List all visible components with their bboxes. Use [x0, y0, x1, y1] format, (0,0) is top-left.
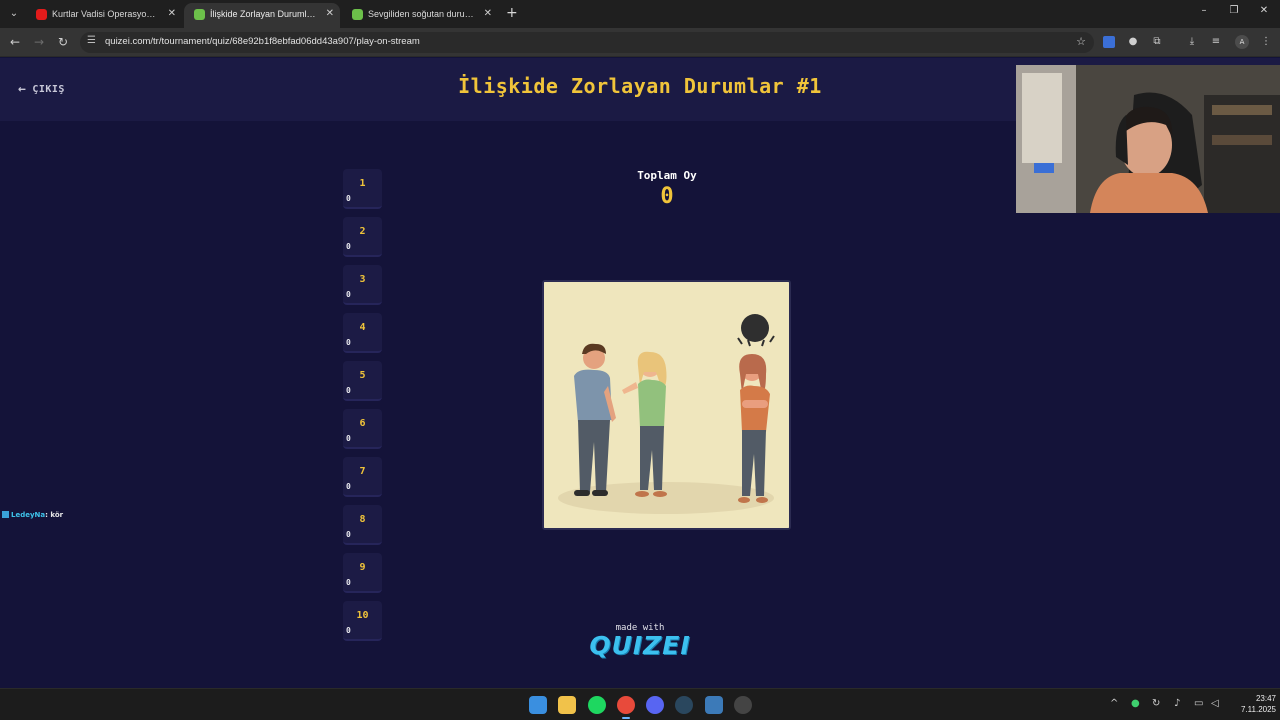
rank-number: 5	[359, 370, 366, 381]
webcam-overlay	[1016, 65, 1280, 213]
new-tab-button[interactable]: +	[506, 5, 518, 21]
windows-start-icon[interactable]	[529, 696, 547, 714]
rank-number: 7	[359, 466, 366, 477]
status-dot-icon[interactable]: ●	[1131, 698, 1140, 710]
clock-date: 7.11.2025	[1241, 705, 1276, 714]
stream-chat-message: LedeyNa: kör	[2, 511, 63, 519]
rank-votes: 0	[346, 434, 351, 443]
bookmark-star-icon[interactable]: ☆	[1076, 35, 1086, 48]
rank-slot[interactable]: 70	[343, 457, 382, 497]
rank-votes: 0	[346, 242, 351, 251]
rank-slot[interactable]: 10 0	[343, 601, 382, 641]
quizei-favicon-icon	[194, 9, 205, 20]
restore-icon[interactable]: ❐	[1226, 5, 1242, 16]
rank-number: 3	[359, 274, 366, 285]
microphone-icon[interactable]: ♪	[1174, 698, 1180, 710]
rank-number: 8	[359, 514, 366, 525]
steam-icon[interactable]	[675, 696, 693, 714]
profile-avatar[interactable]: A	[1235, 35, 1249, 49]
rank-votes: 0	[346, 194, 351, 203]
rank-number: 10	[356, 610, 369, 621]
tray-overflow-icon[interactable]: ^	[1110, 698, 1118, 710]
volume-icon[interactable]: ◁	[1211, 698, 1219, 710]
chrome-icon[interactable]	[617, 696, 635, 714]
rank-list: 10 20 30 40 50 60 70 80 90 10 0	[343, 169, 383, 649]
rank-votes: 0	[346, 290, 351, 299]
tab-title: İlişkide Zorlayan Durumlar #1 -	[210, 9, 318, 19]
couple-illustration	[544, 282, 789, 528]
quiz-item-image[interactable]	[542, 280, 791, 530]
rank-number: 2	[359, 226, 366, 237]
rank-slot[interactable]: 30	[343, 265, 382, 305]
quizei-favicon-icon	[352, 9, 363, 20]
rank-votes: 0	[346, 626, 351, 635]
download-icon[interactable]: ⤓	[1186, 36, 1198, 48]
network-app-icon[interactable]	[705, 696, 723, 714]
browser-tab-bar: ⌄ Kurtlar Vadisi Operasyon Müziği ✕ İliş…	[0, 0, 1280, 28]
browser-menu-icon[interactable]: ⋮	[1260, 36, 1272, 48]
rank-votes: 0	[346, 338, 351, 347]
active-app-indicator	[622, 717, 630, 719]
rank-votes: 0	[346, 482, 351, 491]
rank-slot[interactable]: 80	[343, 505, 382, 545]
vote-total-label: Toplam Oy	[637, 169, 697, 182]
youtube-icon	[36, 9, 47, 20]
made-with-quizei[interactable]: made with QUIZEI	[560, 623, 720, 660]
sync-icon[interactable]: ↻	[1152, 698, 1160, 710]
system-clock[interactable]: 23:47 7.11.2025	[1226, 693, 1276, 715]
close-icon[interactable]: ✕	[168, 3, 176, 25]
vote-total: Toplam Oy 0	[607, 169, 727, 209]
tab-title: Sevgiliden soğutan durumlar -	[368, 9, 476, 19]
forward-icon[interactable]: →	[32, 35, 46, 49]
rank-slot[interactable]: 60	[343, 409, 382, 449]
rank-number: 9	[359, 562, 366, 573]
url-text[interactable]: quizei.com/tr/tournament/quiz/68e92b1f8e…	[105, 36, 420, 47]
window-close-icon[interactable]: ✕	[1256, 5, 1272, 16]
rank-votes: 0	[346, 530, 351, 539]
tab-search-icon[interactable]: ⌄	[6, 6, 22, 22]
rank-votes: 0	[346, 578, 351, 587]
address-bar[interactable]: ☰ quizei.com/tr/tournament/quiz/68e92b1f…	[80, 32, 1094, 53]
rank-number: 6	[359, 418, 366, 429]
rank-slot[interactable]: 50	[343, 361, 382, 401]
chat-text: kör	[50, 511, 64, 519]
close-icon[interactable]: ✕	[484, 3, 492, 25]
chat-username: LedeyNa	[11, 511, 46, 519]
chat-separator: :	[45, 511, 48, 519]
rank-number: 1	[359, 178, 366, 189]
quizei-logo[interactable]: QUIZEI	[560, 631, 720, 660]
tab-sevgiliden-sogutan[interactable]: Sevgiliden soğutan durumlar - ✕	[342, 3, 498, 28]
translate-extension-icon[interactable]	[1103, 36, 1115, 48]
rank-number: 4	[359, 322, 366, 333]
minimize-icon[interactable]: –	[1196, 5, 1212, 16]
tab-title: Kurtlar Vadisi Operasyon Müziği	[52, 9, 160, 19]
windows-taskbar: ^ ● ↻ ♪ ▭ ◁ 23:47 7.11.2025	[0, 688, 1280, 720]
vote-total-value: 0	[660, 184, 674, 209]
file-explorer-icon[interactable]	[558, 696, 576, 714]
extension-icon[interactable]: ●	[1127, 36, 1139, 48]
network-icon[interactable]: ▭	[1194, 698, 1203, 710]
rank-slot[interactable]: 40	[343, 313, 382, 353]
site-info-icon[interactable]: ☰	[87, 35, 96, 46]
close-icon[interactable]: ✕	[326, 3, 334, 25]
spotify-icon[interactable]	[588, 696, 606, 714]
rank-slot[interactable]: 90	[343, 553, 382, 593]
reload-icon[interactable]: ↻	[56, 35, 70, 49]
extensions-puzzle-icon[interactable]: ⧉	[1151, 36, 1163, 48]
rank-slot[interactable]: 20	[343, 217, 382, 257]
rank-votes: 0	[346, 386, 351, 395]
clock-time: 23:47	[1255, 694, 1276, 703]
chat-badge-icon	[2, 511, 9, 518]
rank-slot[interactable]: 10	[343, 169, 382, 209]
tab-kurtlar-vadisi[interactable]: Kurtlar Vadisi Operasyon Müziği ✕	[26, 3, 182, 28]
streamer-webcam-image	[1016, 65, 1280, 213]
discord-icon[interactable]	[646, 696, 664, 714]
obs-icon[interactable]	[734, 696, 752, 714]
reading-list-icon[interactable]: ≡	[1210, 36, 1222, 48]
back-icon[interactable]: ←	[8, 35, 22, 49]
tab-iliskide-zorlayan[interactable]: İlişkide Zorlayan Durumlar #1 - ✕	[184, 3, 340, 28]
browser-toolbar: ← → ↻ ☰ quizei.com/tr/tournament/quiz/68…	[0, 28, 1280, 57]
